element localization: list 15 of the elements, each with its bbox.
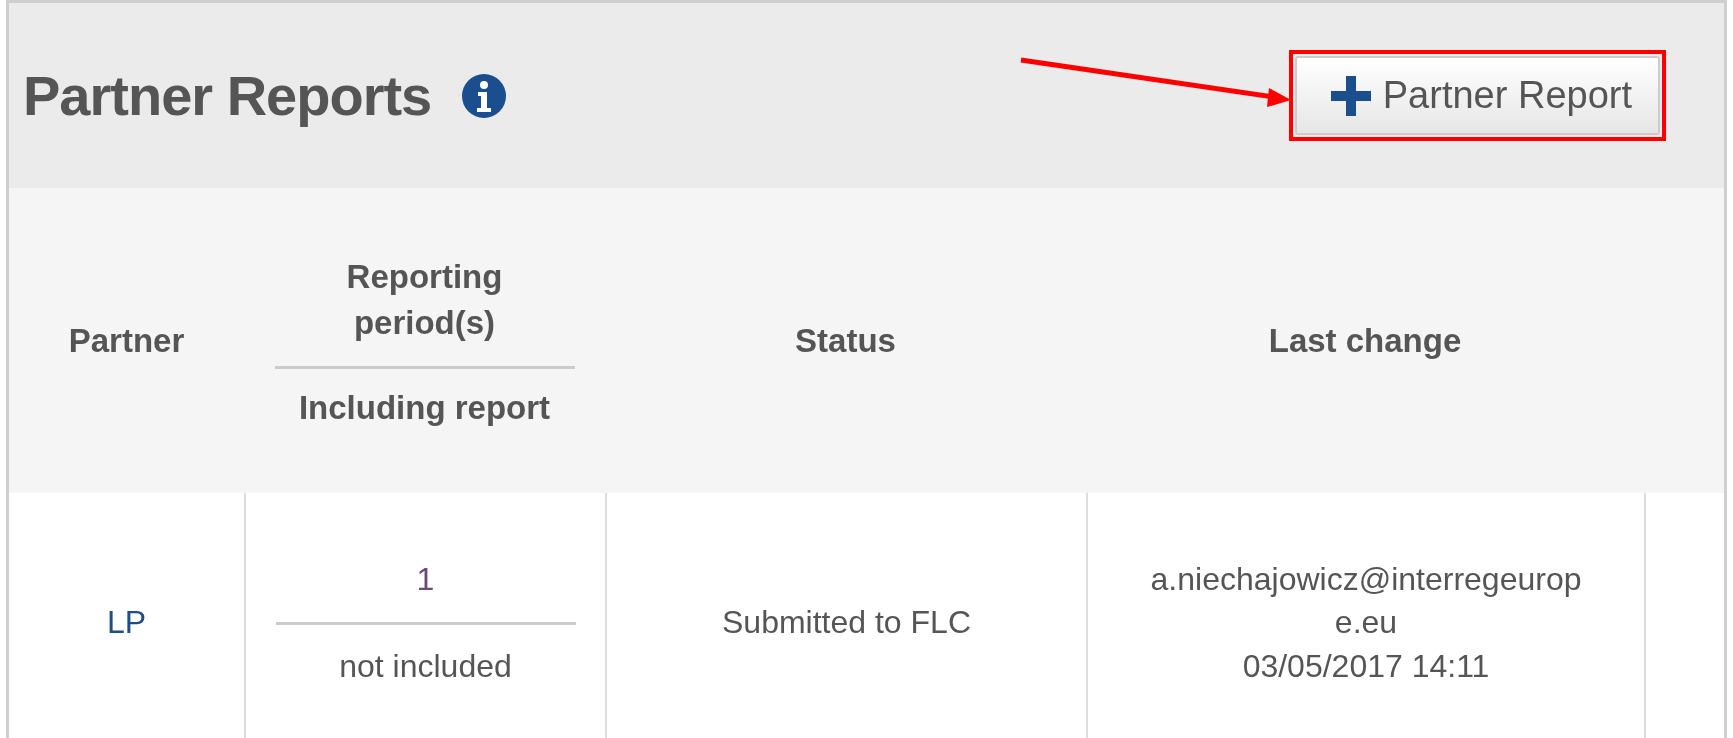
period-number: 1 bbox=[416, 560, 435, 600]
timestamp-text: 03/05/2017 14:11 bbox=[1242, 646, 1490, 686]
column-header: Partner bbox=[68, 321, 185, 360]
report-status: not included bbox=[339, 646, 512, 686]
panel-title: Partner Reports bbox=[23, 63, 432, 128]
info-icon[interactable] bbox=[461, 72, 508, 119]
column-header: Reporting period(s) bbox=[345, 256, 504, 343]
add-partner-report-button[interactable]: Partner Report bbox=[1294, 56, 1660, 135]
partner-link[interactable]: LP bbox=[106, 601, 147, 645]
column-subheader: Including report bbox=[298, 389, 551, 428]
email-text: a.niechajowicz@interregeurope.eu bbox=[1149, 560, 1583, 643]
column-header: Last change bbox=[1268, 321, 1462, 360]
status-text: Submitted to FLC bbox=[722, 603, 971, 643]
plus-icon bbox=[1330, 75, 1371, 116]
column-header: Status bbox=[795, 321, 896, 360]
